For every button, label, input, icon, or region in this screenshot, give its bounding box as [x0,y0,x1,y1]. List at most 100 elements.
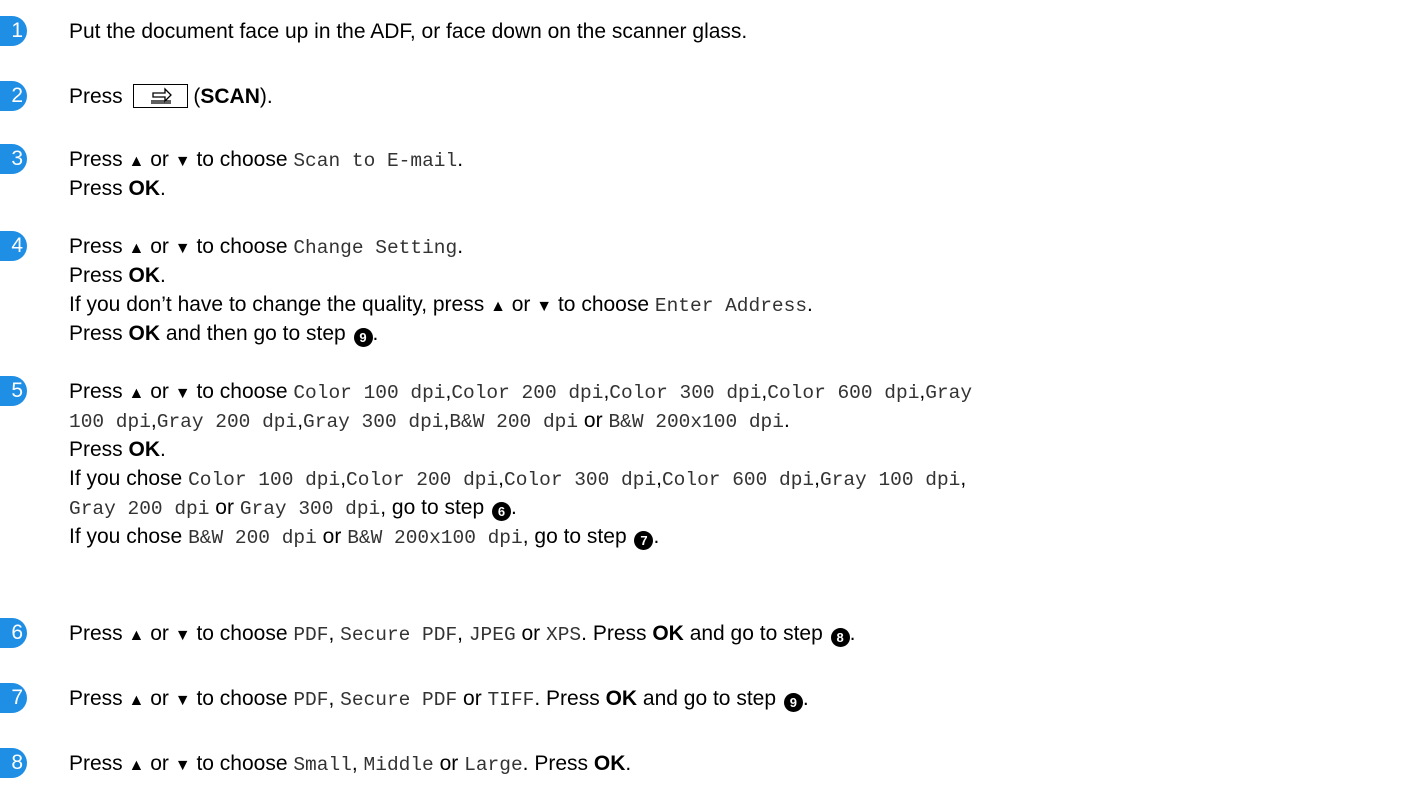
step-text: Press [546,687,600,710]
scan-key-icon [132,84,188,108]
step-text: Press [69,264,123,287]
step-text: or [521,622,541,645]
menu-option: Secure PDF [340,624,458,646]
menu-option: B&W 200x100 dpi [347,527,523,549]
menu-option: PDF [293,624,329,646]
step-text: to choose [196,622,288,645]
menu-option: B&W 200x100 dpi [608,411,784,433]
menu-option: PDF [293,689,329,711]
step-text: Press [69,687,123,710]
step-5-line-6: If you chose B&W 200 dpi or B&W 200x100 … [69,525,660,550]
menu-option: B&W 200 dpi [449,411,579,433]
up-arrow-icon: ▲ [490,298,506,315]
up-arrow-icon: ▲ [128,757,145,774]
menu-option: Color 300 dpi [504,469,657,491]
step-text: Press [69,752,123,775]
step-text: or [150,687,169,710]
step-text: Press [592,622,647,645]
down-arrow-icon: ▼ [174,385,191,402]
step-text: Press [534,752,589,775]
ok-key-label: OK [128,322,161,345]
step-text: or [215,496,234,519]
step-5-line-1: Press ▲ or ▼ to choose Color 100 dpi,Col… [69,380,973,404]
menu-option: Secure PDF [340,689,458,711]
step-text: If you don’t have to change the quality,… [69,293,485,316]
menu-option: Gray 200 dpi [69,498,210,520]
menu-option: B&W 200 dpi [188,527,317,549]
step-5-line-4: If you chose Color 100 dpi,Color 200 dpi… [69,467,967,491]
step-text: and go to step [689,622,823,645]
up-arrow-icon: ▲ [128,627,145,644]
circled-number-icon: 7 [634,531,654,550]
menu-option: JPEG [468,624,516,646]
step-5-line-3: Press OK. [69,438,166,461]
menu-option: Gray 100 dpi [819,469,961,491]
ok-key-label: OK [605,687,638,710]
circled-number-icon: 6 [492,502,511,521]
menu-option: Color 100 dpi [188,469,341,491]
step-text: or [322,525,342,548]
step-1-line-1: Put the document face up in the ADF, or … [69,17,747,46]
step-number-badge: 5 [0,376,27,406]
circled-number-icon: 9 [783,693,803,712]
menu-option: Color 600 dpi [767,382,920,404]
down-arrow-icon: ▼ [174,627,191,644]
step-text: to choose [196,235,288,258]
menu-option: TIFF [487,689,535,711]
step-text: If you chose [69,467,183,490]
up-arrow-icon: ▲ [128,692,145,709]
step-text: or [463,687,482,710]
step-text: Press [69,85,123,108]
step-4-line-4: Press OK and then go to step 9. [69,322,379,347]
down-arrow-icon: ▼ [174,153,191,170]
step-number-badge: 4 [0,231,27,261]
step-3-line-1: Press ▲ or ▼ to choose Scan to E-mail. [69,148,464,172]
up-arrow-icon: ▲ [128,385,145,402]
circled-number-icon: 9 [353,328,373,347]
menu-option: Small [293,754,352,776]
step-text: or [150,148,169,171]
step-text: to choose [196,752,288,775]
step-4-line-3: If you don’t have to change the quality,… [69,293,813,317]
ok-key-label: OK [652,622,684,645]
step-text: go to step [391,496,485,519]
step-text: Press [69,322,123,345]
step-5-line-2: 100 dpi,Gray 200 dpi,Gray 300 dpi,B&W 20… [69,409,790,433]
menu-option: XPS [546,624,582,646]
down-arrow-icon: ▼ [536,298,553,315]
menu-option: Large [464,754,523,776]
menu-option: Color 200 dpi [346,469,499,491]
menu-option: Color 600 dpi [661,469,815,491]
menu-option: Color 300 dpi [609,382,762,404]
step-text: Press [69,622,123,645]
step-8-line-1: Press ▲ or ▼ to choose Small, Middle or … [69,752,632,776]
menu-option: Color 100 dpi [293,382,446,404]
step-text: Press [69,177,123,200]
step-number-badge: 3 [0,144,27,174]
step-number-badge: 7 [0,683,27,713]
step-text: If you chose [69,525,183,548]
down-arrow-icon: ▼ [174,692,191,709]
step-number-badge: 2 [0,81,27,111]
step-text: Press [69,380,123,403]
down-arrow-icon: ▼ [174,757,191,774]
step-text: Press [69,148,123,171]
menu-option: Change Setting [293,237,458,259]
step-text: Put the document face up in the ADF, or … [69,20,748,43]
menu-option: Gray 300 dpi [239,498,381,520]
step-3-line-2: Press OK. [69,177,166,200]
step-text: to choose [557,293,650,316]
step-text: or [583,409,603,432]
up-arrow-icon: ▲ [128,153,145,170]
ok-key-label: OK [128,177,161,200]
step-text: or [150,235,169,258]
step-text: or [150,380,169,403]
menu-option: Gray [925,382,973,404]
step-text: and then go to step [165,322,346,345]
step-text: or [150,752,169,775]
step-2-line-1: Press (SCAN). [69,84,273,108]
step-5-line-5: Gray 200 dpi or Gray 300 dpi, go to step… [69,496,517,521]
menu-option: Scan to E-mail [293,150,458,172]
step-text: or [439,752,459,775]
ok-key-label: OK [128,264,161,287]
